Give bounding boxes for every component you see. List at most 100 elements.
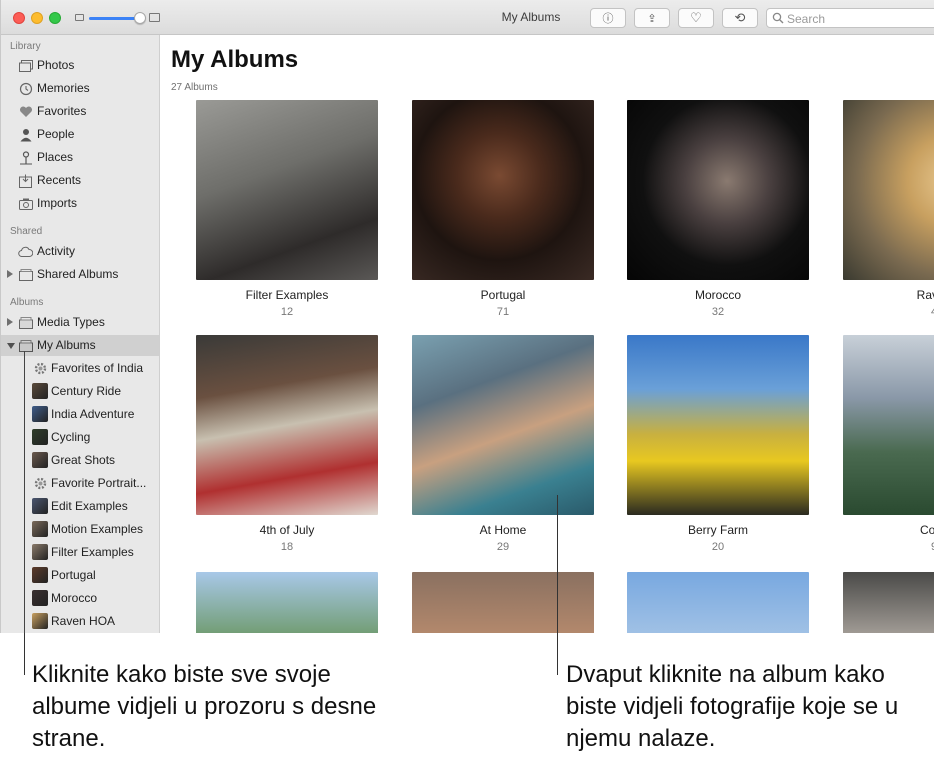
- album-stack-icon: [18, 338, 33, 353]
- album-card[interactable]: 4th of July 18: [196, 335, 378, 565]
- sidebar-album-label: Portugal: [51, 568, 96, 582]
- album-photo-count: 32: [711, 306, 725, 318]
- zoom-slider-knob[interactable]: [134, 12, 146, 24]
- sidebar-album-label: India Adventure: [51, 407, 135, 421]
- album-name: Raven: [916, 288, 934, 302]
- sidebar-album-label: Cycling: [51, 430, 91, 444]
- sidebar-album-label: Century Ride: [51, 384, 122, 398]
- album-card[interactable]: At Home 29: [412, 335, 594, 565]
- sidebar-album-label: Morocco: [51, 591, 98, 605]
- smart-album-gear-icon: [32, 475, 48, 491]
- search-field[interactable]: [766, 8, 934, 28]
- album-card[interactable]: Portugal 71: [412, 100, 594, 330]
- rotate-button[interactable]: ⟲: [722, 8, 758, 28]
- sidebar-album-label: Favorites of India: [51, 361, 144, 375]
- sidebar-item-memories[interactable]: Memories: [1, 78, 159, 99]
- album-cover-photo[interactable]: [412, 335, 594, 515]
- album-card[interactable]: Raven 4: [843, 100, 934, 330]
- sidebar-item-favorites[interactable]: Favorites: [1, 101, 159, 122]
- album-thumbnail-icon: [32, 613, 48, 629]
- shared-albums-icon: [18, 267, 33, 282]
- album-name: Coas: [919, 523, 934, 537]
- album-photo-count: 18: [280, 541, 294, 553]
- album-card[interactable]: [412, 572, 594, 633]
- person-icon: [18, 127, 33, 142]
- sidebar-item-label: Memories: [37, 81, 90, 95]
- sidebar-album-label: Motion Examples: [51, 522, 144, 536]
- album-cover-photo[interactable]: [627, 572, 809, 633]
- album-card[interactable]: [627, 572, 809, 633]
- sidebar-item-media-types[interactable]: Media Types: [1, 312, 159, 333]
- callout-leader-left: [24, 633, 25, 675]
- album-photo-count: 29: [496, 541, 510, 553]
- search-input[interactable]: [787, 11, 927, 26]
- albums-view: My Albums 27 Albums Filter Examples 12 Por…: [161, 35, 934, 633]
- sidebar-item-recents[interactable]: Recents: [1, 170, 159, 191]
- album-card[interactable]: [843, 572, 934, 633]
- minimize-button[interactable]: [31, 12, 43, 24]
- album-cover-photo[interactable]: [412, 572, 594, 633]
- album-thumbnail-icon: [32, 544, 48, 560]
- title-bar: My Albums ⓘ ⇪ ♡ ⟲: [1, 0, 934, 35]
- window-title: My Albums: [501, 10, 561, 24]
- close-button[interactable]: [13, 12, 25, 24]
- disclosure-triangle-icon[interactable]: [7, 270, 13, 278]
- album-thumbnail-icon: [32, 383, 48, 399]
- album-cover-photo[interactable]: [843, 100, 934, 280]
- album-thumbnail-icon: [32, 498, 48, 514]
- disclosure-triangle-icon[interactable]: [7, 343, 15, 349]
- album-stack-icon: [18, 315, 33, 330]
- album-card[interactable]: Morocco 32: [627, 100, 809, 330]
- cloud-icon: [18, 244, 33, 259]
- sidebar-item-photos[interactable]: Photos: [1, 55, 159, 76]
- album-name: Portugal: [480, 288, 526, 302]
- album-cover-photo[interactable]: [412, 100, 594, 280]
- photos-icon: [18, 58, 33, 73]
- zoom-in-icon[interactable]: [149, 13, 160, 22]
- album-cover-photo[interactable]: [627, 335, 809, 515]
- zoom-slider[interactable]: [89, 17, 139, 20]
- album-card[interactable]: [196, 572, 378, 633]
- callout-left: Kliknite kako biste sve svoje albume vid…: [32, 661, 377, 752]
- album-cover-photo[interactable]: [196, 335, 378, 515]
- album-cover-photo[interactable]: [196, 572, 378, 633]
- sidebar-item-label: Activity: [37, 244, 76, 258]
- recents-icon: [18, 173, 33, 188]
- album-cover-photo[interactable]: [627, 100, 809, 280]
- album-card[interactable]: Coas 9: [843, 335, 934, 565]
- album-thumbnail-icon: [32, 429, 48, 445]
- zoom-window-button[interactable]: [49, 12, 61, 24]
- album-thumbnail-icon: [32, 590, 48, 606]
- sidebar-item-places[interactable]: Places: [1, 147, 159, 168]
- sidebar-item-label: Photos: [37, 58, 75, 72]
- sidebar-item-label: Shared Albums: [37, 267, 119, 281]
- album-photo-count: 4: [843, 306, 934, 318]
- share-button[interactable]: ⇪: [634, 8, 670, 28]
- sidebar-item-shared-albums[interactable]: Shared Albums: [1, 264, 159, 285]
- album-thumbnail-icon: [32, 521, 48, 537]
- sidebar-item-activity[interactable]: Activity: [1, 241, 159, 262]
- album-cover-photo[interactable]: [843, 335, 934, 515]
- search-icon: [772, 12, 784, 24]
- album-photo-count: 71: [496, 306, 510, 318]
- album-cover-photo[interactable]: [196, 100, 378, 280]
- album-cover-photo[interactable]: [843, 572, 934, 633]
- album-card[interactable]: Berry Farm 20: [627, 335, 809, 565]
- sidebar-album-label: Great Shots: [51, 453, 116, 467]
- page-title: My Albums: [171, 46, 299, 73]
- favorite-button[interactable]: ♡: [678, 8, 714, 28]
- album-thumbnail-icon: [32, 406, 48, 422]
- shared-section-header: Shared: [10, 226, 43, 237]
- sidebar-album-label: Filter Examples: [51, 545, 134, 559]
- camera-icon: [18, 196, 33, 211]
- disclosure-triangle-icon[interactable]: [7, 318, 13, 326]
- info-button[interactable]: ⓘ: [590, 8, 626, 28]
- sidebar-album-label: Edit Examples: [51, 499, 128, 513]
- sidebar-item-label: Media Types: [37, 315, 105, 329]
- sidebar-item-people[interactable]: People: [1, 124, 159, 145]
- heart-icon: ♡: [690, 10, 702, 25]
- album-card[interactable]: Filter Examples 12: [196, 100, 378, 330]
- sidebar-item-imports[interactable]: Imports: [1, 193, 159, 214]
- callout-leader-left-upper: [24, 351, 25, 633]
- zoom-out-icon[interactable]: [75, 14, 84, 21]
